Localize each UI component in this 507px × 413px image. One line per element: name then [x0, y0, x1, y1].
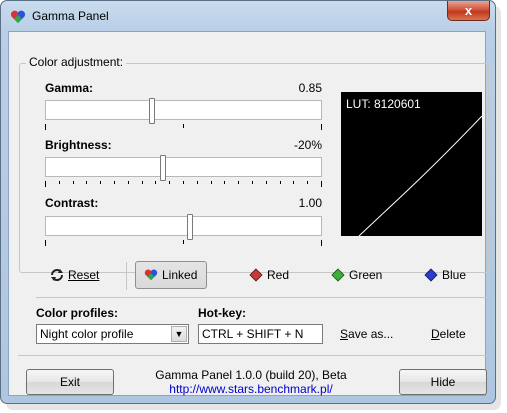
homepage-link[interactable]: http://www.stars.benchmark.pl/: [140, 382, 362, 396]
brightness-tick: [128, 181, 129, 184]
heart-icon: [144, 269, 158, 281]
hide-button[interactable]: Hide: [399, 369, 487, 395]
contrast-value: 1.00: [298, 196, 322, 210]
green-channel-button[interactable]: Green: [331, 261, 382, 289]
brightness-tick: [266, 181, 267, 184]
color-profiles-label: Color profiles:: [36, 306, 119, 320]
gamma-ticks: [45, 124, 322, 132]
footer-info: Gamma Panel 1.0.0 (build 20), Beta http:…: [140, 368, 362, 396]
blue-diamond-icon: [424, 268, 438, 282]
color-adjustment-label: Color adjustment:: [26, 55, 127, 69]
contrast-label: Contrast:: [45, 196, 99, 210]
save-as-label: ave as...: [348, 327, 394, 341]
version-text: Gamma Panel 1.0.0 (build 20), Beta: [155, 368, 347, 382]
footer-separator: [18, 355, 489, 356]
gamma-label: Gamma:: [45, 81, 94, 95]
brightness-tick: [155, 181, 156, 184]
linked-label: Linked: [162, 268, 198, 282]
gamma-slider-thumb[interactable]: [149, 98, 155, 124]
lut-curve: [358, 115, 482, 236]
hotkey-label: Hot-key:: [198, 306, 247, 320]
gamma-value: 0.85: [298, 81, 322, 95]
color-profile-select[interactable]: Night color profile ▼: [36, 324, 189, 344]
brightness-tick: [59, 181, 60, 184]
brightness-label: Brightness:: [45, 138, 112, 152]
window-title: Gamma Panel: [32, 9, 109, 23]
contrast-slider-thumb[interactable]: [187, 214, 193, 240]
brightness-value: -20%: [293, 138, 322, 152]
heart-icon: [10, 10, 26, 23]
brightness-tick: [142, 181, 143, 184]
brightness-tick: [252, 181, 253, 184]
exit-label: Exit: [59, 375, 80, 389]
brightness-tick: [86, 181, 87, 184]
save-as-button[interactable]: Save as...: [340, 327, 393, 341]
brightness-tick: [280, 181, 281, 184]
reset-label: Reset: [68, 268, 100, 282]
title-bar[interactable]: Gamma Panel x: [1, 1, 495, 32]
brightness-tick: [114, 181, 115, 184]
brightness-tick: [293, 181, 294, 184]
exit-button[interactable]: Exit: [26, 369, 114, 395]
brightness-tick: [73, 181, 74, 184]
brightness-tick: [100, 181, 101, 184]
contrast-ticks: [45, 240, 322, 248]
red-label: Red: [267, 268, 290, 282]
reset-button[interactable]: Reset: [50, 261, 99, 289]
color-profile-value: Night color profile: [40, 327, 134, 341]
delete-label: elete: [439, 327, 466, 341]
contrast-slider[interactable]: [45, 214, 322, 240]
hotkey-input[interactable]: CTRL + SHIFT + N: [198, 324, 323, 344]
brightness-tick: [211, 181, 212, 184]
linked-toggle[interactable]: Linked: [135, 261, 207, 289]
brightness-ticks: [45, 181, 322, 189]
green-label: Green: [349, 268, 383, 282]
delete-button[interactable]: Delete: [431, 327, 466, 341]
brightness-tick: [224, 181, 225, 184]
brightness-tick: [321, 181, 322, 187]
brightness-slider-thumb[interactable]: [160, 155, 166, 181]
gamma-slider[interactable]: [45, 98, 322, 124]
brightness-tick: [183, 181, 184, 184]
blue-label: Blue: [442, 268, 467, 282]
red-channel-button[interactable]: Red: [249, 261, 289, 289]
blue-channel-button[interactable]: Blue: [424, 261, 466, 289]
brightness-tick: [45, 181, 46, 187]
brightness-tick: [307, 181, 308, 184]
chevron-down-icon[interactable]: ▼: [171, 326, 187, 342]
close-button[interactable]: x: [447, 1, 490, 21]
brightness-tick: [197, 181, 198, 184]
green-diamond-icon: [331, 268, 345, 282]
brightness-slider[interactable]: [45, 155, 322, 181]
profiles-separator: [36, 297, 488, 298]
reset-arrows-icon: [51, 269, 63, 281]
brightness-tick: [169, 181, 170, 184]
hide-label: Hide: [430, 375, 456, 389]
lut-preview: LUT: 8120601: [341, 92, 482, 236]
brightness-tick: [238, 181, 239, 184]
toolbar-separator: [126, 262, 127, 290]
red-diamond-icon: [249, 268, 263, 282]
